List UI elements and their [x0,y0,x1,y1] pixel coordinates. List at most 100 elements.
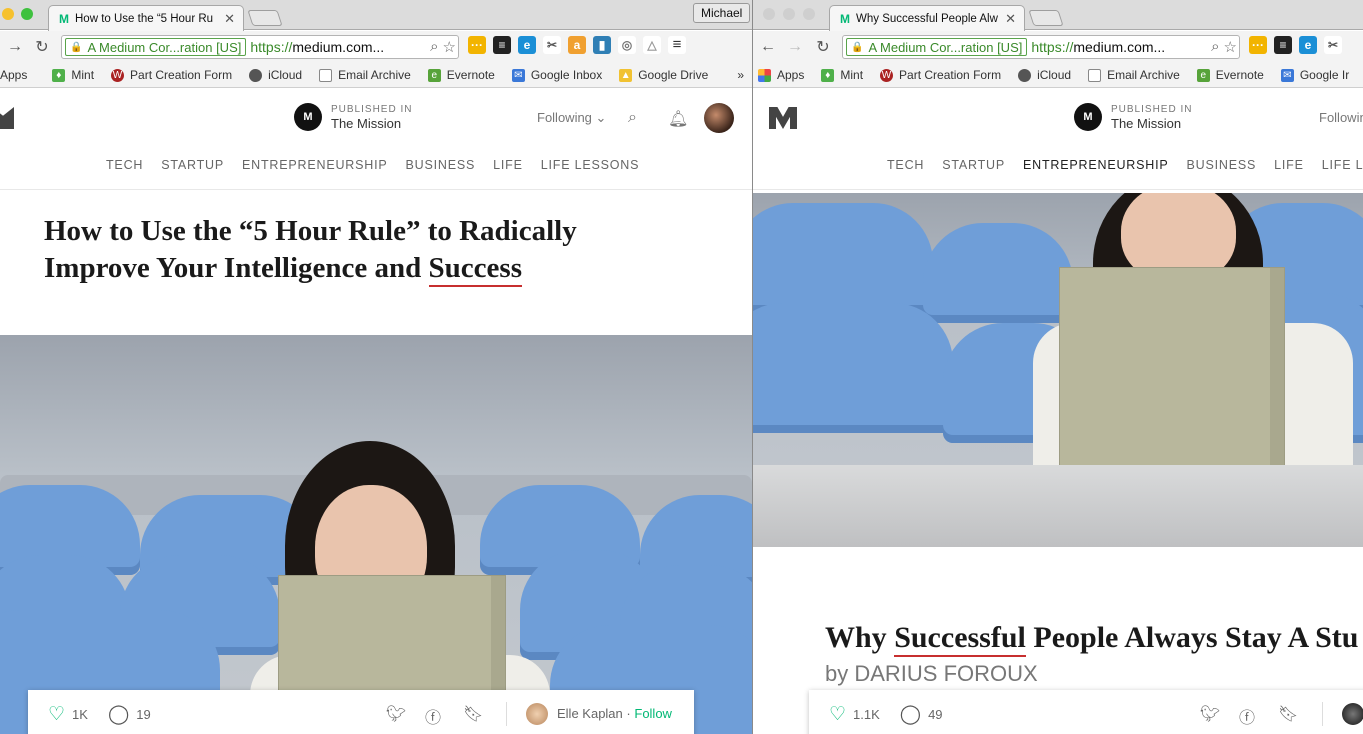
page-content: M PUBLISHED IN The Mission Following ⌄ ⌕… [0,89,752,734]
chevron-down-icon: ⌄ [595,110,607,125]
minimize-window-button[interactable] [2,8,14,20]
twitter-icon[interactable]: 🐦︎ [386,704,406,724]
headline-text: People Always Stay A Stu [1025,621,1359,654]
forward-arrow-icon[interactable]: → [784,38,806,56]
medium-header: M PUBLISHED IN The Mission Following ⌄ ⌕… [0,89,752,190]
facebook-icon[interactable]: ⓕ [1239,704,1255,728]
nav-startup[interactable]: STARTUP [161,158,224,172]
address-bar[interactable]: 🔒 A Medium Cor...ration [US] https://medi… [842,35,1240,59]
extension-tool-icon[interactable]: ✂ [1324,36,1342,54]
minimize-window-button[interactable] [783,8,795,20]
extension-buffer-icon[interactable]: ≡ [493,36,511,54]
following-dropdown[interactable]: Following ⌄ [537,110,606,126]
twitter-icon[interactable]: 🐦︎ [1200,704,1220,724]
nav-life-lessons[interactable]: LIFE LESSONS [541,158,640,172]
zoom-icon[interactable]: ⌕ [1211,38,1219,56]
nav-life[interactable]: LIFE [493,158,523,172]
extension-evernote-web-icon[interactable]: e [1299,36,1317,54]
publication-nav: TECH STARTUP ENTREPRENEURSHIP BUSINESS L… [887,158,1363,172]
bookmark-part-creation-form[interactable]: W Part Creation Form [880,68,1001,82]
extension-notes-icon[interactable]: ··· [468,36,486,54]
bookmark-star-icon[interactable]: ☆ [1224,38,1237,56]
bookmark-star-icon[interactable]: ☆ [443,38,456,56]
reload-icon[interactable]: ↻ [812,37,834,57]
search-icon[interactable]: ⌕ [628,109,637,127]
extension-camera-icon[interactable]: ◎ [618,36,636,54]
extension-amazon-icon[interactable]: a [568,36,586,54]
close-window-button[interactable] [763,8,775,20]
tab-active[interactable]: M How to Use the “5 Hour Ru ✕ [48,5,244,31]
responses-button[interactable]: ◯ 49 [900,703,943,726]
nav-life-lessons[interactable]: LIFE LESS [1322,158,1363,172]
extension-buffer-icon[interactable]: ≡ [1274,36,1292,54]
medium-logo-icon[interactable] [769,107,797,129]
bookmark-icon[interactable]: 🔖︎ [1278,704,1298,724]
extension-evernote-web-icon[interactable]: e [518,36,536,54]
nav-entrepreneurship[interactable]: ENTREPRENEURSHIP [242,158,387,172]
url-scheme: https:// [1031,39,1074,55]
back-arrow-icon[interactable]: ← [757,38,779,56]
bell-icon[interactable]: 🔔︎ [668,109,688,129]
nav-life[interactable]: LIFE [1274,158,1304,172]
bookmark-evernote[interactable]: e Evernote [1196,68,1264,82]
publication-block[interactable]: M PUBLISHED IN The Mission [294,103,412,131]
bookmark-icloud[interactable]: iCloud [249,68,302,82]
follow-author-button[interactable]: Follow [634,706,672,721]
nav-tech[interactable]: TECH [106,158,143,172]
following-dropdown[interactable]: Followin [1319,110,1363,125]
article-hero-image [753,193,1363,547]
zoom-window-button[interactable] [803,8,815,20]
chrome-menu-icon[interactable]: ≡ [668,36,686,54]
nav-business[interactable]: BUSINESS [406,158,476,172]
bookmark-google-inbox[interactable]: ✉ Google Inbox [511,68,602,82]
nav-tech[interactable]: TECH [887,158,924,172]
author-separator: · [626,706,631,721]
ev-certificate-badge[interactable]: 🔒 A Medium Cor...ration [US] [846,38,1028,56]
bookmark-google-inbox[interactable]: ✉ Google Ir [1280,68,1349,82]
tab-close-icon[interactable]: ✕ [1005,11,1016,27]
bookmark-email-archive[interactable]: Email Archive [1088,68,1180,82]
extension-book-icon[interactable]: ▮ [593,36,611,54]
extension-notes-icon[interactable]: ··· [1249,36,1267,54]
clap-button[interactable]: ♡ 1.1K [829,703,880,726]
tab-active[interactable]: M Why Successful People Alw ✕ [829,5,1025,31]
bookmark-mint[interactable]: ♦ Mint [52,68,94,82]
url-scheme: https:// [250,39,293,55]
bookmark-mint[interactable]: ♦ Mint [821,68,863,82]
author-avatar[interactable] [526,703,548,725]
tab-close-icon[interactable]: ✕ [224,11,235,27]
bookmark-apps[interactable]: Apps [758,68,804,82]
nav-entrepreneurship[interactable]: ENTREPRENEURSHIP [1023,158,1168,172]
extension-tool-icon[interactable]: ✂ [543,36,561,54]
new-tab-button[interactable] [1028,10,1064,26]
bookmark-icon[interactable]: 🔖︎ [463,704,483,724]
profile-button[interactable]: Michael [693,3,751,23]
medium-logo-icon[interactable] [0,107,14,129]
nav-business[interactable]: BUSINESS [1187,158,1257,172]
author-avatar[interactable] [1342,703,1363,725]
bookmarks-overflow-chevron-icon[interactable]: » [737,68,744,82]
new-tab-button[interactable] [247,10,283,26]
bookmark-part-creation-form[interactable]: W Part Creation Form [111,68,232,82]
bookmark-icloud[interactable]: iCloud [1018,68,1071,82]
responses-button[interactable]: ◯ 19 [108,703,151,726]
zoom-icon[interactable]: ⌕ [430,38,438,56]
bookmark-evernote[interactable]: e Evernote [427,68,495,82]
bookmark-google-drive[interactable]: ▲ Google Drive [619,68,708,82]
ev-certificate-badge[interactable]: 🔒 A Medium Cor...ration [US] [65,38,247,56]
bookmark-apps[interactable]: Apps [0,68,27,82]
publication-block[interactable]: M PUBLISHED IN The Mission [1074,103,1192,131]
bookmark-email-archive[interactable]: Email Archive [319,68,411,82]
zoom-window-button[interactable] [21,8,33,20]
nav-startup[interactable]: STARTUP [942,158,1005,172]
extension-drive-icon[interactable]: △ [643,36,661,54]
forward-arrow-icon[interactable]: → [4,38,26,56]
user-avatar[interactable] [704,103,734,133]
clap-button[interactable]: ♡ 1K [48,703,88,726]
address-bar[interactable]: 🔒 A Medium Cor...ration [US] https://medi… [61,35,459,59]
reload-icon[interactable]: ↻ [31,37,53,57]
extensions-area: ··· ≡ e ✂ a ▮ ◎ △ ≡ [468,36,686,54]
author-name[interactable]: Elle Kaplan [557,706,623,721]
article-action-bar: ♡ 1.1K ◯ 49 🐦︎ ⓕ 🔖︎ [809,690,1363,734]
facebook-icon[interactable]: ⓕ [425,704,441,728]
